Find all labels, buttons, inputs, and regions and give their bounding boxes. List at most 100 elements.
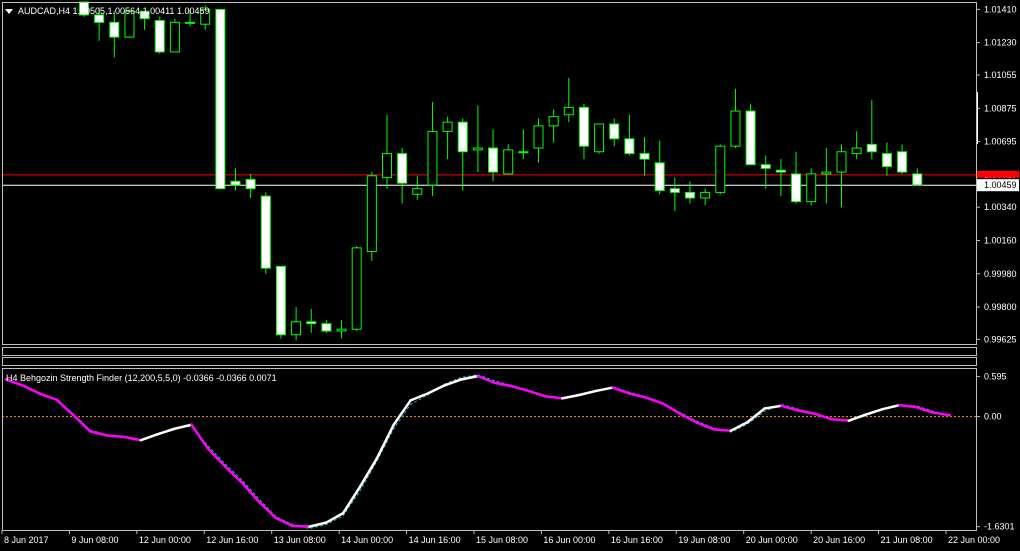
indicator-segment: [510, 384, 530, 393]
candle-body: [866, 143, 877, 153]
time-tick-label: 8 Jun 2017: [4, 535, 49, 545]
chart-area[interactable]: 1.014101.012301.010551.008751.006951.005…: [0, 0, 1020, 551]
price-tick-label: 1.00340: [984, 202, 1017, 212]
indicator-segment: [443, 378, 463, 387]
time-tick-label: 14 Jun 00:00: [341, 535, 393, 545]
indicator-segment: [105, 434, 126, 439]
indicator-segment: [544, 395, 564, 400]
price-tick-label: 0.99800: [984, 302, 1017, 312]
candle: [230, 168, 241, 191]
indicator-segment: [712, 428, 733, 433]
candle-body: [700, 191, 711, 199]
candle: [775, 159, 786, 197]
time-tick-label: 20 Jun 16:00: [813, 535, 865, 545]
candle-body: [488, 147, 499, 173]
indicator-segment: [392, 399, 412, 426]
indicator-segment: [931, 411, 952, 417]
indicator-segment: [662, 402, 682, 416]
candle: [457, 118, 468, 191]
separator-bar: [2, 347, 977, 356]
time-tick-label: 20 Jun 00:00: [746, 535, 798, 545]
indicator-segment: [830, 418, 851, 422]
candle: [669, 177, 680, 211]
candle: [533, 118, 544, 163]
indicator-segment: [156, 427, 176, 436]
candle-body: [594, 123, 605, 153]
time-tick-label: 12 Jun 16:00: [206, 535, 258, 545]
time-tick-label: 15 Jun 08:00: [476, 535, 528, 545]
candle-body: [624, 138, 635, 155]
candle-body: [609, 123, 620, 140]
indicator-pane: 0.595 0.00 -1.6301: [2, 371, 1015, 532]
candle: [578, 103, 589, 160]
signal-line: [5, 374, 951, 530]
candle: [715, 144, 726, 195]
candle-body: [760, 164, 771, 169]
candle: [563, 77, 574, 123]
indicator-segment: [122, 435, 143, 442]
indicator-tick-label: 0.00: [984, 412, 1002, 422]
candle-body: [897, 151, 908, 173]
indicator-tick-label: -1.6301: [984, 522, 1015, 532]
candle: [609, 118, 620, 147]
candle-body: [412, 188, 423, 195]
candle-body: [291, 321, 302, 336]
indicator-segment: [864, 407, 884, 416]
indicator-segment: [561, 393, 581, 400]
candle-body: [230, 180, 241, 186]
indicator-segment: [645, 396, 665, 406]
menu-arrow-icon[interactable]: [5, 9, 13, 14]
indicator-segment: [240, 481, 261, 503]
candle-body: [472, 147, 483, 151]
candle-body: [275, 265, 286, 336]
indicator-segment: [341, 485, 362, 515]
candle: [488, 129, 499, 182]
indicator-segment: [780, 404, 800, 412]
time-tick-label: 21 Jun 08:00: [881, 535, 933, 545]
price-tick-label: 1.01055: [984, 70, 1017, 80]
indicator-segment: [797, 409, 817, 416]
indicator-pane-frame: [2, 368, 977, 531]
candle: [154, 16, 165, 54]
candle: [851, 131, 862, 160]
candles: [79, 1, 923, 341]
candle-body: [457, 121, 468, 153]
indicator-segment: [847, 413, 867, 422]
candle-body: [169, 21, 180, 53]
price-tick-label: 0.99980: [984, 269, 1017, 279]
indicator-segment: [190, 423, 210, 451]
time-tick-label: 22 Jun 00:00: [948, 535, 1000, 545]
candle: [215, 8, 226, 190]
indicator-segment: [291, 524, 311, 528]
candle: [472, 105, 483, 173]
candle-body: [912, 173, 923, 186]
candle-body: [669, 188, 680, 193]
main-chart-title: AUDCAD,H4 1.00505,1.00564 1.00411 1.0045…: [18, 6, 210, 16]
indicator-segment: [55, 398, 75, 417]
candle: [291, 307, 302, 341]
indicator-segment: [257, 500, 277, 520]
candle: [260, 192, 271, 274]
indicator-segment: [695, 421, 716, 431]
candle: [351, 246, 362, 332]
candle-body: [881, 153, 892, 168]
candle: [503, 144, 514, 175]
candle: [760, 155, 771, 189]
indicator-segment: [72, 414, 92, 433]
candle-body: [578, 106, 589, 147]
candle: [412, 175, 423, 200]
price-tick-label: 1.01410: [984, 4, 1017, 14]
indicator-segment: [881, 403, 901, 411]
time-tick-label: 16 Jun 16:00: [611, 535, 663, 545]
indicator-segment: [426, 384, 446, 395]
price-tick-label: 0.99625: [984, 334, 1017, 344]
indicator-segment: [594, 386, 615, 393]
candle-body: [306, 321, 317, 325]
candle-body: [715, 145, 726, 193]
candle: [897, 144, 908, 174]
candle-body: [185, 21, 196, 24]
candle: [336, 319, 347, 339]
candle-body: [245, 178, 256, 190]
indicator-segment: [89, 430, 109, 437]
candle-body: [821, 171, 832, 175]
